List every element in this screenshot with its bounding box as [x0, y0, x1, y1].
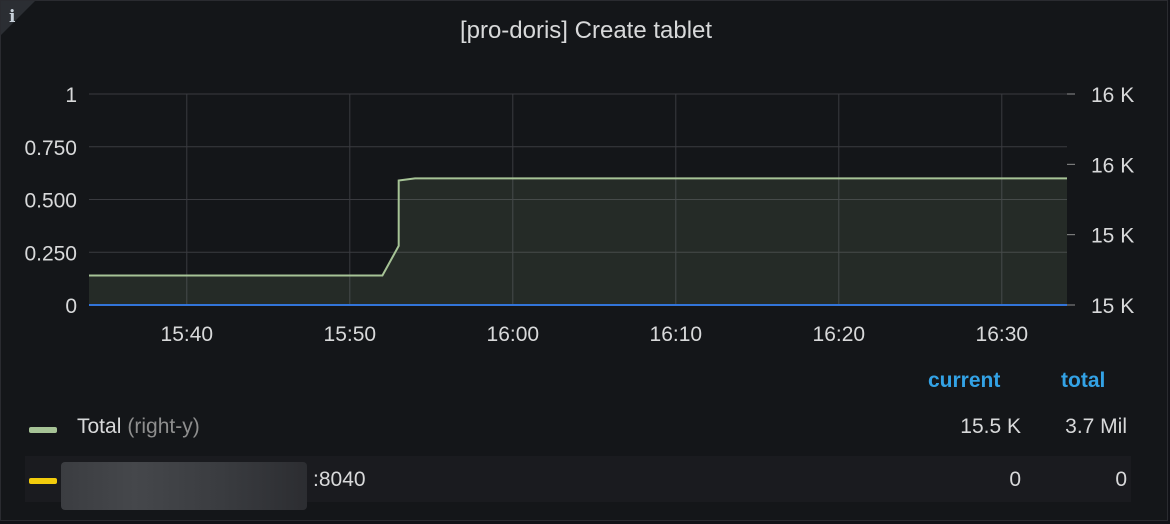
legend-series-name: :8040	[313, 468, 366, 491]
redacted-host	[61, 462, 307, 510]
x-tick-label: 16:00	[487, 323, 540, 346]
x-tick-label: 15:50	[324, 323, 377, 346]
y-left-tick-label: 0	[65, 295, 77, 318]
series-area-total	[89, 178, 1067, 305]
legend-current-value: 0	[1009, 468, 1021, 491]
y-left-tick-label: 1	[65, 84, 77, 107]
legend-row-total[interactable]: Total (right-y) 15.5 K 3.7 Mil	[25, 405, 1131, 451]
y-right-tick-label: 16 K	[1091, 154, 1134, 177]
x-tick-label: 16:20	[813, 323, 866, 346]
y-left-tick-label: 0.750	[24, 137, 77, 160]
y-right-tick-label: 16 K	[1091, 84, 1134, 107]
legend-swatch[interactable]	[29, 427, 57, 433]
x-tick-label: 16:10	[650, 323, 703, 346]
graph-panel: i [pro-doris] Create tablet 1 0.750 0.500 0…	[0, 0, 1168, 521]
legend-total-value: 3.7 Mil	[1065, 415, 1127, 438]
y-right-tick-label: 15 K	[1091, 225, 1134, 248]
series-axis-suffix: (right-y)	[127, 415, 200, 438]
legend-header-total[interactable]: total	[1061, 369, 1105, 393]
legend-series-name[interactable]: Total (right-y)	[77, 415, 200, 439]
legend-total-value: 0	[1115, 468, 1127, 491]
y-right-tick-label: 15 K	[1091, 295, 1134, 318]
x-tick-label: 15:40	[161, 323, 214, 346]
legend-header-current[interactable]: current	[928, 369, 1000, 393]
series-name-text: Total	[77, 415, 122, 438]
legend-swatch[interactable]	[29, 478, 57, 484]
x-tick-label: 16:30	[976, 323, 1029, 346]
y-left-tick-label: 0.250	[24, 242, 77, 265]
legend-current-value: 15.5 K	[960, 415, 1021, 438]
y-left-tick-label: 0.500	[24, 190, 77, 213]
